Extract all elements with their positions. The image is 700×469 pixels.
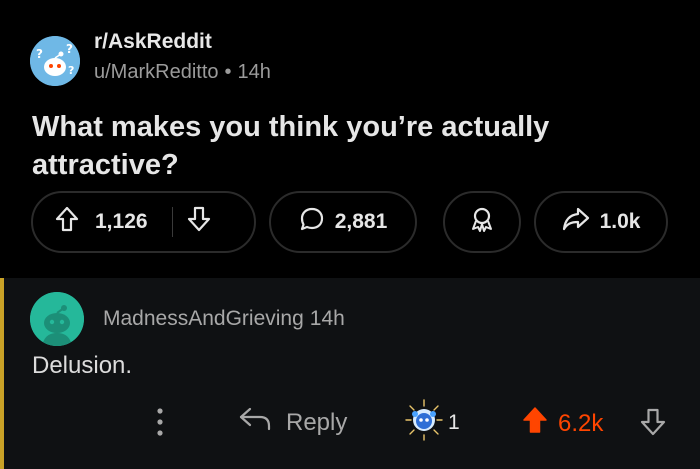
comment-award[interactable]: 1 [404, 398, 460, 448]
vote-divider [171, 207, 173, 237]
share-count: 1.0k [599, 210, 641, 233]
comment-bubble-icon [299, 206, 325, 238]
svg-text:?: ? [66, 42, 73, 56]
post-author[interactable]: u/MarkReditto [94, 61, 219, 83]
award-icon [468, 205, 496, 239]
svg-text:?: ? [68, 64, 74, 77]
comment-username[interactable]: MadnessAndGrieving [103, 307, 304, 330]
reply-label: Reply [286, 408, 348, 436]
award-button[interactable] [443, 191, 521, 253]
reply-arrow-icon [238, 406, 272, 439]
award-count: 1 [448, 411, 460, 434]
downvote-arrow-icon[interactable] [640, 408, 666, 441]
share-button[interactable]: 1.0k [534, 191, 668, 253]
share-arrow-icon [562, 206, 590, 238]
comment-author: MadnessAndGrieving 14h [103, 307, 345, 331]
more-vertical-icon[interactable] [150, 406, 170, 443]
meta-separator: • [224, 61, 232, 83]
comment-card: MadnessAndGrieving 14h Delusion. Reply 1… [0, 278, 700, 469]
svg-text:?: ? [36, 47, 43, 61]
reply-button[interactable]: Reply [238, 406, 347, 439]
comment-age: 14h [309, 307, 345, 330]
upvote-arrow-icon[interactable] [55, 206, 79, 238]
comment-score: 6.2k [522, 406, 603, 441]
post-title[interactable]: What makes you think you’re actually att… [32, 108, 652, 184]
comment-body: Delusion. [32, 352, 133, 379]
user-avatar-icon[interactable] [30, 292, 84, 346]
score-count: 6.2k [558, 409, 604, 437]
post-age: 14h [237, 61, 271, 83]
post-card: ? ? ? r/AskReddit u/MarkReditto • 14h What… [0, 0, 700, 268]
comment-count: 2,881 [334, 210, 388, 233]
comments-button[interactable]: 2,881 [269, 191, 417, 253]
comment-actions: Reply 1 6.2k [0, 398, 700, 448]
award-gift-icon [404, 398, 444, 448]
upvote-count: 1,126 [95, 210, 148, 233]
subreddit-name[interactable]: r/AskReddit [94, 30, 212, 54]
upvote-filled-icon[interactable] [522, 406, 548, 441]
askreddit-avatar-icon[interactable]: ? ? ? [30, 36, 80, 86]
vote-bar: 1,126 [31, 191, 256, 253]
post-meta: u/MarkReditto • 14h [94, 61, 271, 84]
downvote-arrow-icon[interactable] [187, 206, 211, 238]
